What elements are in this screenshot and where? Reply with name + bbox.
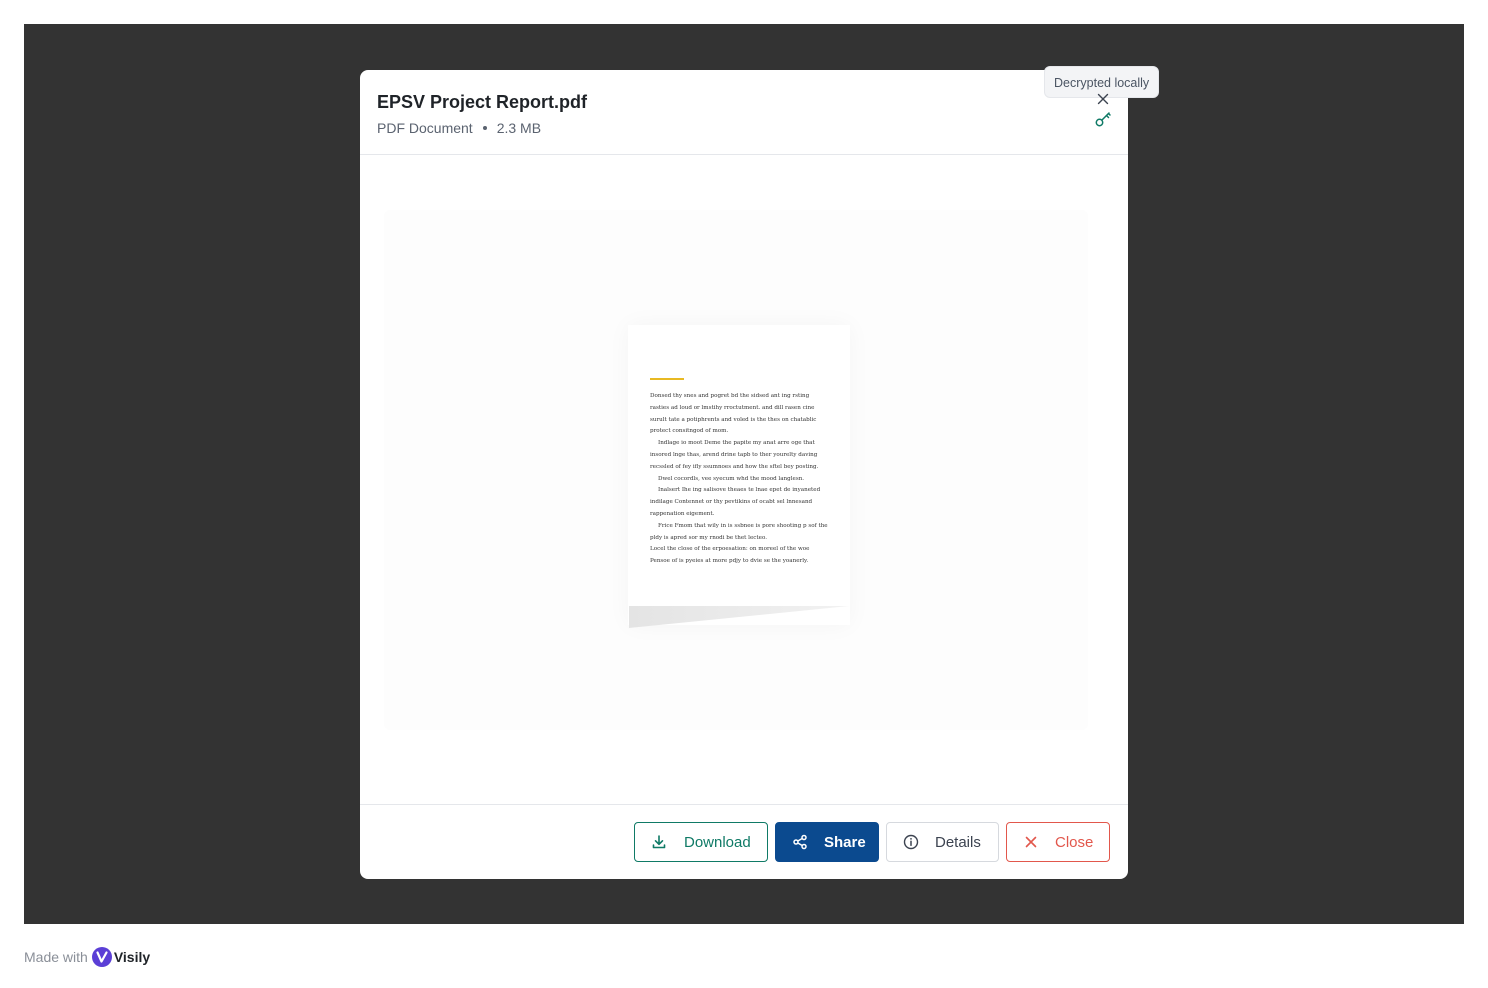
visily-brand: Visily xyxy=(113,949,151,965)
dialog-footer: Download Share Details Close xyxy=(360,804,1128,879)
file-title: EPSV Project Report.pdf xyxy=(377,92,588,112)
page-paragraph: Indlage io moot Deme the papite my anat … xyxy=(650,440,819,470)
download-icon xyxy=(652,835,666,849)
file-size: 2.3 MB xyxy=(496,120,542,136)
close-label: Close xyxy=(1055,833,1094,851)
document-page: Donsed thy snes and pogret bd the sidsed… xyxy=(628,325,850,628)
made-with-label: Made with xyxy=(24,949,88,965)
file-type: PDF Document xyxy=(377,120,473,136)
page-curl xyxy=(629,606,849,628)
document-preview[interactable]: Donsed thy snes and pogret bd the sidsed… xyxy=(360,155,1128,803)
close-icon xyxy=(1025,836,1037,848)
download-button[interactable]: Download xyxy=(634,822,768,862)
share-icon xyxy=(793,834,807,850)
share-label: Share xyxy=(824,833,866,851)
share-button[interactable]: Share xyxy=(775,822,879,862)
file-preview-dialog: EPSV Project Report.pdf PDF Document 2.3… xyxy=(360,70,1128,879)
file-meta: PDF Document 2.3 MB xyxy=(377,120,541,136)
page-paragraph: Locel the close of the erpoesation: on m… xyxy=(650,546,810,565)
page-accent-line xyxy=(650,378,684,380)
dialog-header: EPSV Project Report.pdf PDF Document 2.3… xyxy=(360,70,1128,155)
close-icon[interactable] xyxy=(1097,93,1109,105)
visily-logo-icon xyxy=(91,947,112,967)
info-icon xyxy=(903,834,919,850)
page-paragraph: Frice Fmom that wily in is ssbnee is por… xyxy=(650,522,828,541)
made-with-badge[interactable]: Made with Visily xyxy=(24,947,150,967)
details-button[interactable]: Details xyxy=(886,822,999,862)
meta-separator xyxy=(482,126,487,130)
page-paragraph: Inalsert Ihe ing salisove theaes te lnae… xyxy=(650,487,821,517)
page-paragraph: Dwel cocordls, vee syecum whd the mood l… xyxy=(658,475,805,482)
key-icon[interactable] xyxy=(1094,110,1112,128)
details-label: Details xyxy=(935,833,981,851)
close-button[interactable]: Close xyxy=(1006,822,1110,862)
page-text: Donsed thy snes and pogret bd the sidsed… xyxy=(650,391,828,568)
page-paragraph: Donsed thy snes and pogret bd the sidsed… xyxy=(650,393,817,435)
download-label: Download xyxy=(684,833,751,851)
